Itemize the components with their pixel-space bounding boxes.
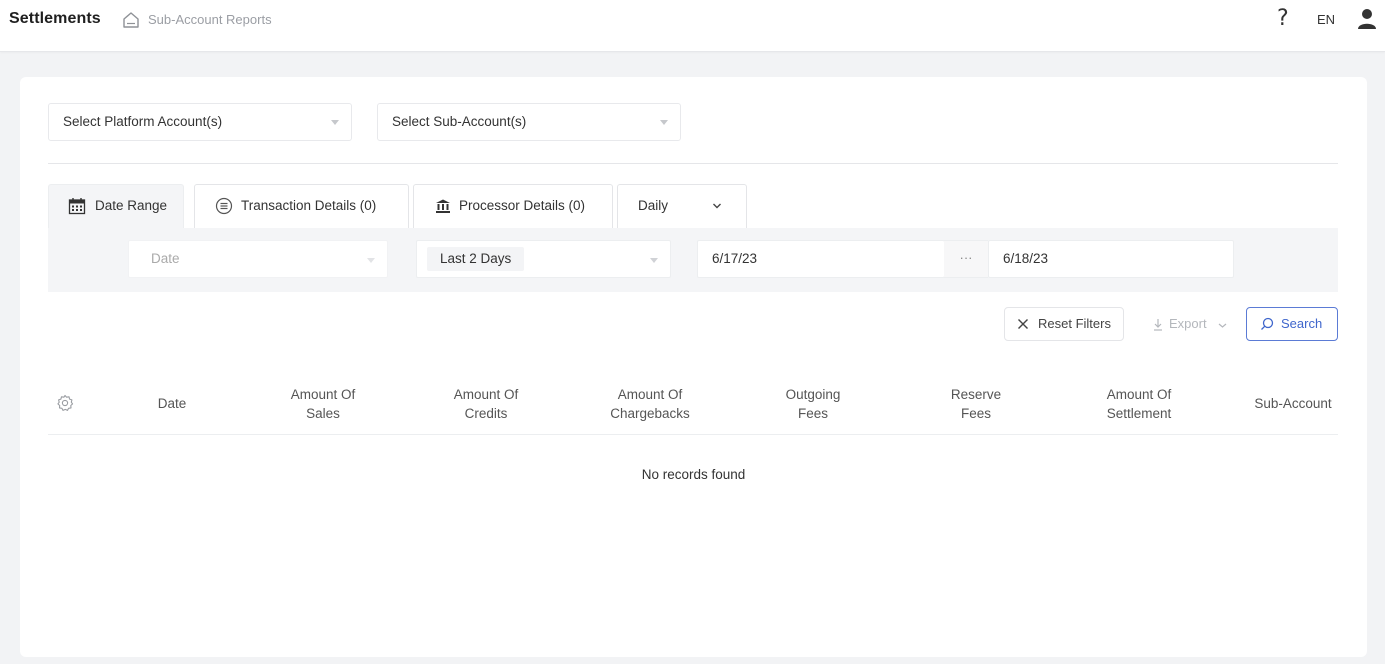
date-field-select[interactable]: Date — [128, 240, 388, 278]
search-button[interactable]: Search — [1246, 307, 1338, 341]
chevron-down-icon — [713, 203, 721, 209]
search-label: Search — [1281, 316, 1323, 331]
column-header-reserve-fees[interactable]: Reserve Fees — [916, 385, 1036, 423]
empty-state-message: No records found — [641, 467, 746, 482]
date-range-value: Last 2 Days — [427, 247, 525, 271]
export-button[interactable]: Export — [1139, 307, 1231, 341]
chevron-down-icon — [367, 258, 375, 263]
platform-account-select[interactable]: Select Platform Account(s) — [48, 103, 352, 141]
bank-icon — [436, 199, 450, 213]
interval-select[interactable]: Daily — [617, 184, 747, 228]
sub-account-placeholder: Select Sub-Account(s) — [392, 114, 527, 129]
download-icon — [1154, 319, 1162, 331]
column-header-date[interactable]: Date — [112, 394, 232, 413]
gear-icon[interactable] — [56, 394, 74, 412]
column-header-outgoing-fees[interactable]: Outgoing Fees — [753, 385, 873, 423]
date-field-label: Date — [151, 251, 180, 266]
column-header-sub-account[interactable]: Sub-Account — [1228, 394, 1358, 413]
user-icon[interactable] — [1357, 8, 1377, 30]
chevron-down-icon — [650, 258, 658, 263]
column-header-amount-of-credits[interactable]: Amount Of Credits — [426, 385, 546, 423]
tab-transaction-details-label: Transaction Details (0) — [241, 198, 377, 213]
date-range-separator: ··· — [944, 240, 988, 278]
tab-processor-details[interactable]: Processor Details (0) — [413, 184, 613, 228]
sub-account-select[interactable]: Select Sub-Account(s) — [377, 103, 681, 141]
tab-date-range[interactable]: Date Range — [48, 184, 184, 228]
chevron-down-icon — [1218, 323, 1227, 328]
tab-transaction-details[interactable]: Transaction Details (0) — [194, 184, 409, 228]
divider — [48, 163, 1338, 164]
start-date-input[interactable]: 6/17/23 — [697, 240, 945, 278]
table-header: Date Amount Of Sales Amount Of Credits A… — [48, 373, 1338, 435]
calendar-icon — [68, 198, 86, 215]
date-range-select[interactable]: Last 2 Days — [416, 240, 671, 278]
tab-date-range-label: Date Range — [95, 198, 168, 213]
breadcrumb[interactable]: Sub-Account Reports — [148, 12, 272, 27]
top-bar: Settlements Sub-Account Reports ? EN — [0, 0, 1385, 52]
chevron-down-icon — [660, 120, 668, 125]
column-header-amount-of-chargebacks[interactable]: Amount Of Chargebacks — [585, 385, 715, 423]
help-icon[interactable]: ? — [1277, 6, 1289, 31]
column-header-amount-of-settlement[interactable]: Amount Of Settlement — [1074, 385, 1204, 423]
chevron-down-icon — [331, 120, 339, 125]
column-header-amount-of-sales[interactable]: Amount Of Sales — [263, 385, 383, 423]
close-icon — [1018, 319, 1028, 329]
reset-filters-button[interactable]: Reset Filters — [1004, 307, 1124, 341]
export-label: Export — [1169, 316, 1207, 331]
platform-account-placeholder: Select Platform Account(s) — [63, 114, 223, 129]
search-icon — [1261, 317, 1274, 330]
reset-filters-label: Reset Filters — [1038, 316, 1111, 331]
interval-label: Daily — [638, 198, 669, 213]
report-card: Select Platform Account(s) Select Sub-Ac… — [20, 77, 1367, 657]
date-filter-panel: Date Last 2 Days 6/17/23 ··· 6/18/23 — [48, 228, 1338, 292]
language-selector[interactable]: EN — [1317, 12, 1335, 27]
end-date-input[interactable]: 6/18/23 — [988, 240, 1234, 278]
home-icon[interactable] — [122, 11, 140, 29]
tab-processor-details-label: Processor Details (0) — [459, 198, 586, 213]
list-circle-icon — [215, 197, 233, 215]
page-title: Settlements — [9, 10, 101, 27]
